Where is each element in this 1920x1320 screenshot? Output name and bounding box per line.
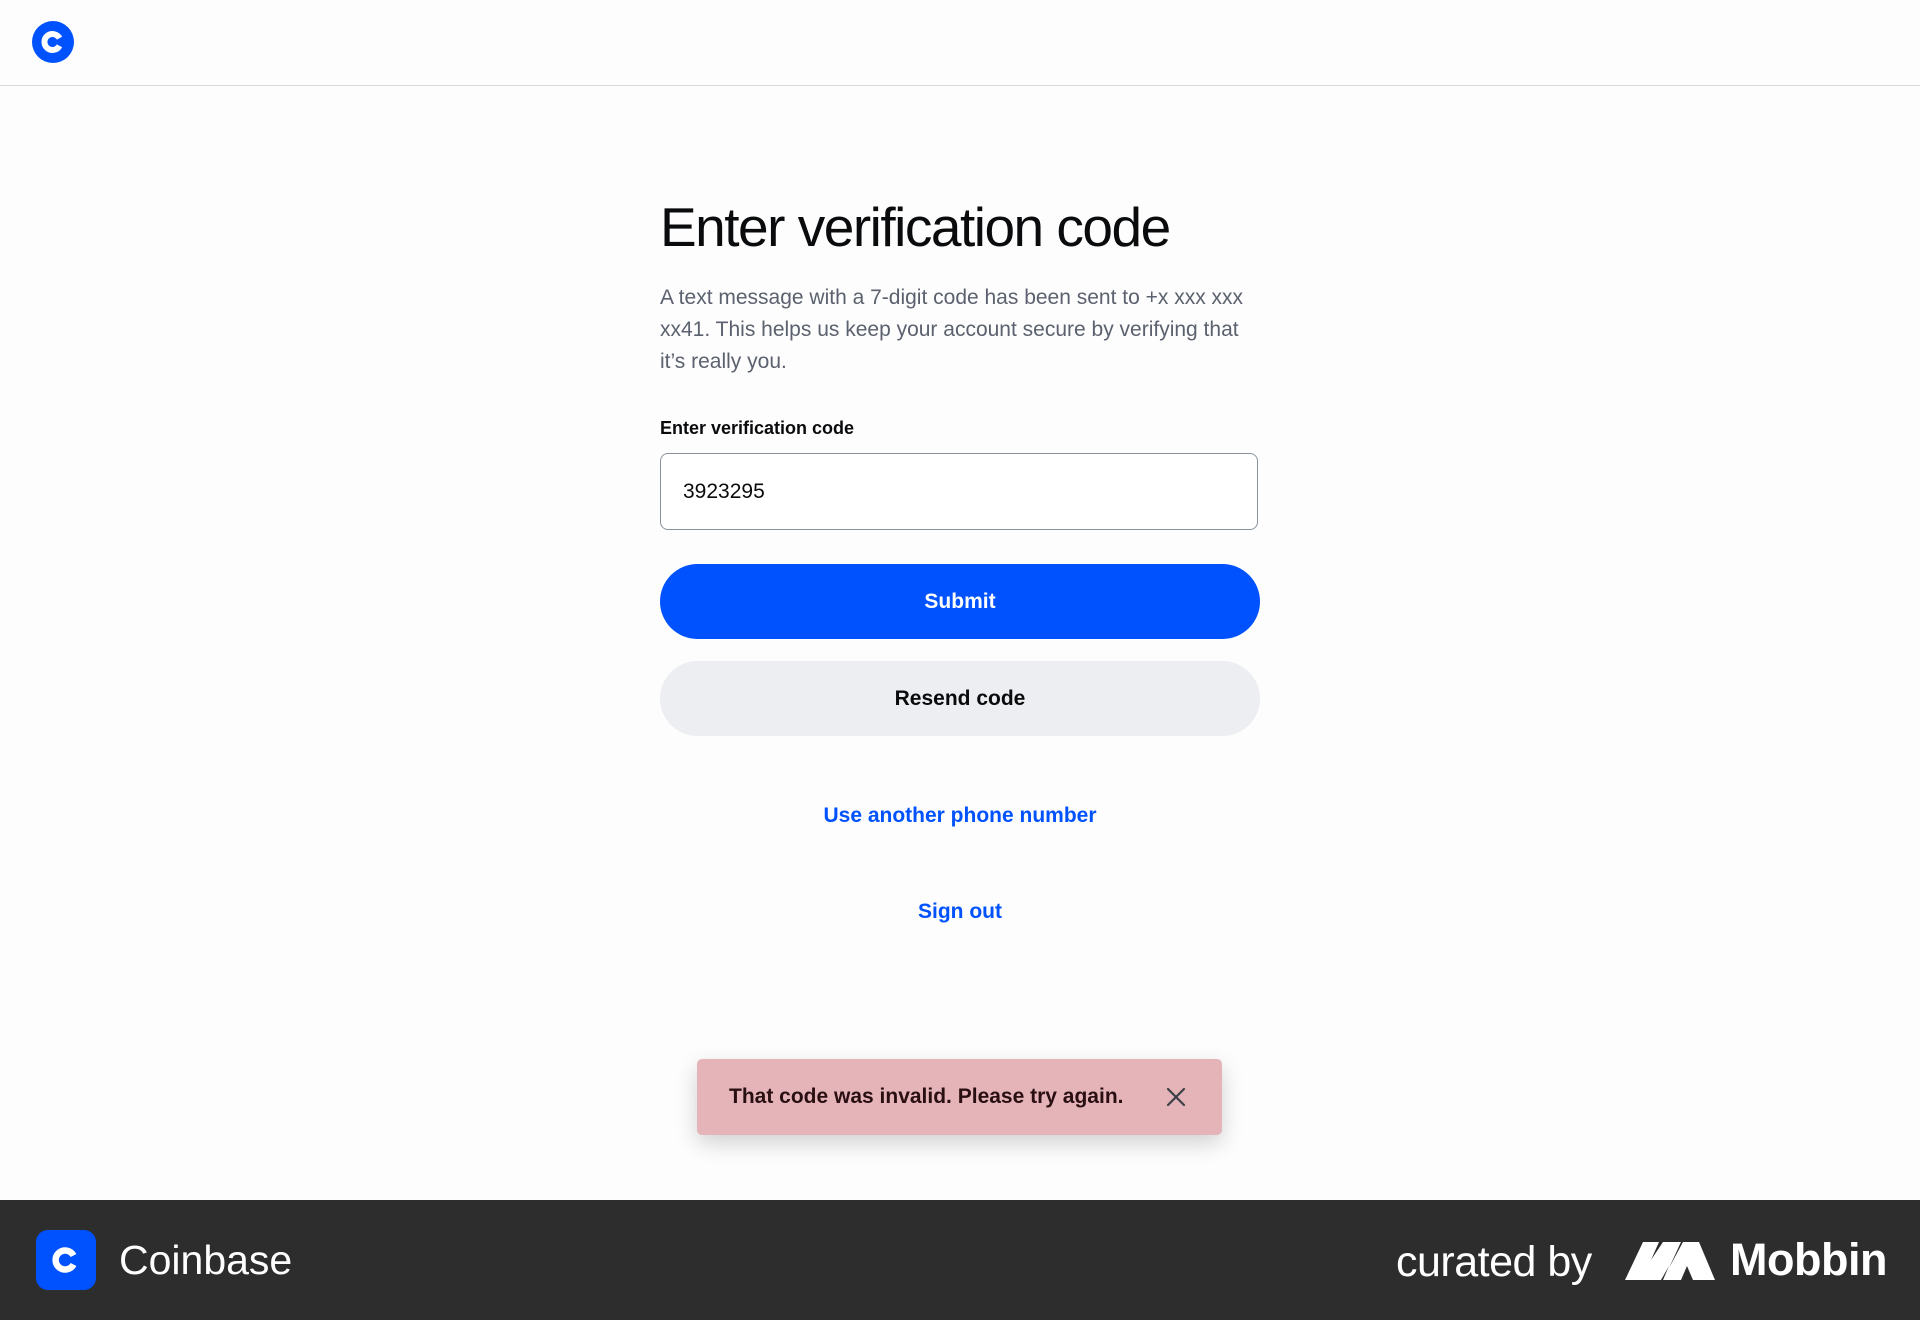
mobbin-brand-name: Mobbin xyxy=(1730,1234,1887,1285)
coinbase-app-icon xyxy=(36,1230,96,1290)
instructions-text: A text message with a 7-digit code has b… xyxy=(660,286,1244,373)
footer-brand-name: Coinbase xyxy=(119,1237,293,1283)
submit-button[interactable]: Submit xyxy=(660,564,1260,639)
code-field-label: Enter verification code xyxy=(660,418,855,438)
toast-message: That code was invalid. Please try again. xyxy=(729,1085,1124,1108)
curated-by-text: curated by xyxy=(1396,1238,1592,1286)
sign-out-link[interactable]: Sign out xyxy=(660,900,1260,924)
mobbin-logo-icon xyxy=(1625,1242,1715,1280)
error-toast: That code was invalid. Please try again. xyxy=(697,1059,1222,1135)
page-title: Enter verification code xyxy=(660,196,1171,258)
coinbase-logo-icon[interactable] xyxy=(31,20,75,64)
code-input-value: 3923295 xyxy=(683,479,765,503)
use-another-phone-link[interactable]: Use another phone number xyxy=(660,804,1260,828)
verification-form: Enter verification code A text message w… xyxy=(660,190,1260,924)
resend-code-button[interactable]: Resend code xyxy=(660,661,1260,736)
footer-bar: Coinbase curated by Mobbin xyxy=(0,1200,1920,1320)
top-bar xyxy=(0,0,1920,86)
close-icon[interactable] xyxy=(1162,1083,1190,1111)
verification-code-input[interactable]: 3923295 xyxy=(660,453,1258,530)
